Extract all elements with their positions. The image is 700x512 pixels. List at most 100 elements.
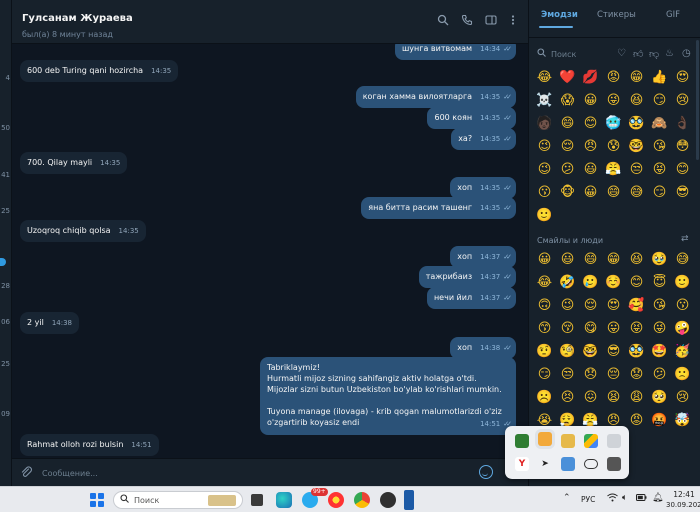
emoji-toggle-icon[interactable] [479,465,493,479]
outgoing-message[interactable]: Tabriklaymiz! Hurmatli mijoz sizning sahi… [260,357,516,435]
emoji-item[interactable]: 🤓 [579,340,602,363]
emoji-item[interactable]: 😠 [579,135,602,158]
collapse-icon[interactable]: ⇄ [681,234,689,244]
incoming-message[interactable]: Uzoqroq chiqib qolsa 14:35 [20,220,146,242]
emoji-item[interactable]: 😁 [602,248,625,271]
emoji-item[interactable]: 😢 [671,386,694,409]
files-icon[interactable] [251,494,263,506]
emoji-item[interactable]: 😆 [625,89,648,112]
emoji-item[interactable]: 🥺 [648,386,671,409]
emoji-item[interactable]: 😩 [625,386,648,409]
emoji-item[interactable]: 💋 [579,66,602,89]
taskbar-search[interactable] [113,491,243,509]
emoji-item[interactable]: 😏 [533,363,556,386]
emoji-item[interactable]: 😄 [579,248,602,271]
emoji-item[interactable]: 😅 [671,248,694,271]
emoji-item[interactable]: 😌 [579,294,602,317]
emoji-item[interactable]: 🥸 [625,112,648,135]
emoji-item[interactable]: 🥸 [625,340,648,363]
outgoing-message[interactable]: шунга витвомам 14:34 ✓✓ [394,44,516,60]
incoming-message[interactable]: Rahmat olloh rozi bulsin 14:51 [20,434,159,456]
emoji-item[interactable]: 😕 [648,363,671,386]
incoming-message[interactable]: 700. Qilay mayli 14:35 [20,152,128,174]
outgoing-message[interactable]: хоп 14:38 ✓✓ [450,337,516,359]
outgoing-message[interactable]: яна битта расим ташенг 14:35 ✓✓ [361,197,516,219]
outgoing-message[interactable]: ха? 14:35 ✓✓ [451,128,516,150]
notifications-icon[interactable]: 🔔︎ [652,493,663,503]
emoji-item[interactable]: 😤 [602,158,625,181]
emoji-item[interactable]: 😍 [671,66,694,89]
telegram-icon[interactable]: ➤ [538,457,552,471]
emoji-item[interactable]: 😢 [671,89,694,112]
language-indicator[interactable]: РУС [581,495,595,504]
outgoing-message[interactable]: тажрибаиз 14:37 ✓✓ [418,266,516,288]
obs-icon[interactable] [380,492,396,508]
emoji-item[interactable]: 😱 [556,89,579,112]
emoji-search-input[interactable] [551,47,615,61]
emoji-item[interactable]: 🙂 [533,204,556,227]
emoji-item[interactable]: 😡 [625,409,648,432]
emoji-item[interactable]: 🥹 [648,248,671,271]
clock-time[interactable]: 12:41 [670,490,698,499]
clock-icon[interactable]: ◷ [682,48,691,59]
outgoing-message[interactable]: коган хамма вилоятларга 14:35 ✓✓ [355,86,516,108]
emoji-item[interactable]: 😖 [579,386,602,409]
taskbar-search-input[interactable] [134,494,204,507]
emoji-item[interactable]: 😄 [556,112,579,135]
emoji-item[interactable]: 😀 [579,89,602,112]
emoji-item[interactable]: 🤩 [648,340,671,363]
start-button[interactable] [90,493,104,507]
emoji-item[interactable]: 😅 [625,181,648,204]
outgoing-message[interactable]: хоп 14:37 ✓✓ [450,246,516,268]
emoji-item[interactable]: 😏 [648,181,671,204]
emoji-item[interactable]: 😣 [556,386,579,409]
emoji-item[interactable]: 😎 [671,181,694,204]
battery-icon[interactable] [636,493,647,505]
tab-stickers[interactable]: Стикеры [597,10,636,20]
outgoing-message[interactable]: 600 коян 14:35 ✓✓ [427,107,516,129]
nvidia-icon[interactable] [515,434,529,448]
emoji-item[interactable]: 😜 [602,89,625,112]
outgoing-message[interactable]: нечи йил 14:37 ✓✓ [426,287,516,309]
emoji-item[interactable]: 😊 [579,112,602,135]
incoming-message[interactable]: 600 deb Turing qani hozircha 14:35 [20,60,179,82]
emoji-item[interactable]: 😊 [671,158,694,181]
clock-date[interactable]: 30.09.2025 [666,501,700,509]
tab-emoji[interactable]: Эмодзи [541,10,578,20]
app-icon[interactable] [607,457,621,471]
notepad-icon[interactable] [404,490,414,510]
emoji-item[interactable]: 😇 [648,271,671,294]
thumbs-up-icon[interactable]: 👍︎ [633,48,643,60]
emoji-item[interactable]: 😂 [533,66,556,89]
emoji-item[interactable]: 😘 [648,294,671,317]
more-icon[interactable] [506,14,520,28]
message-list[interactable]: шунга витвомам 14:34 ✓✓ 600 deb Turing qani… [12,44,528,458]
emoji-item[interactable]: 🤣 [556,271,579,294]
emoji-item[interactable]: 😟 [625,363,648,386]
emoji-item[interactable]: 😝 [648,158,671,181]
emoji-item[interactable]: 😊 [625,271,648,294]
yandex-browser-icon[interactable] [328,492,344,508]
emoji-item[interactable]: 😳 [671,135,694,158]
emoji-item[interactable]: 😀 [579,181,602,204]
chat-header[interactable]: Гулсанам Жураева был(а) 8 минут назад [12,0,528,44]
emoji-item[interactable]: 😒 [556,363,579,386]
tab-gif[interactable]: GIF [666,10,680,20]
wifi-icon[interactable] [607,493,618,505]
emoji-item[interactable]: 🥰 [625,294,648,317]
chevron-up-icon[interactable]: ⌃ [563,493,571,503]
emoji-item[interactable]: 😙 [533,317,556,340]
emoji-item[interactable]: 😚 [556,317,579,340]
emoji-item[interactable]: 😌 [556,135,579,158]
emoji-item[interactable]: 🙃 [533,294,556,317]
emoji-item[interactable]: 😏 [648,89,671,112]
emoji-item[interactable]: 😞 [579,363,602,386]
thumbs-down-icon[interactable]: 👎︎ [649,48,659,60]
sidebar-icon[interactable] [484,14,498,28]
emoji-item[interactable]: 🙂 [671,271,694,294]
incoming-message[interactable]: 2 yil 14:38 [20,312,79,334]
emoji-item[interactable]: 😉 [533,135,556,158]
emoji-item[interactable]: 😫 [602,386,625,409]
emoji-item[interactable]: 😋 [579,317,602,340]
emoji-item[interactable]: 🤬 [648,409,671,432]
